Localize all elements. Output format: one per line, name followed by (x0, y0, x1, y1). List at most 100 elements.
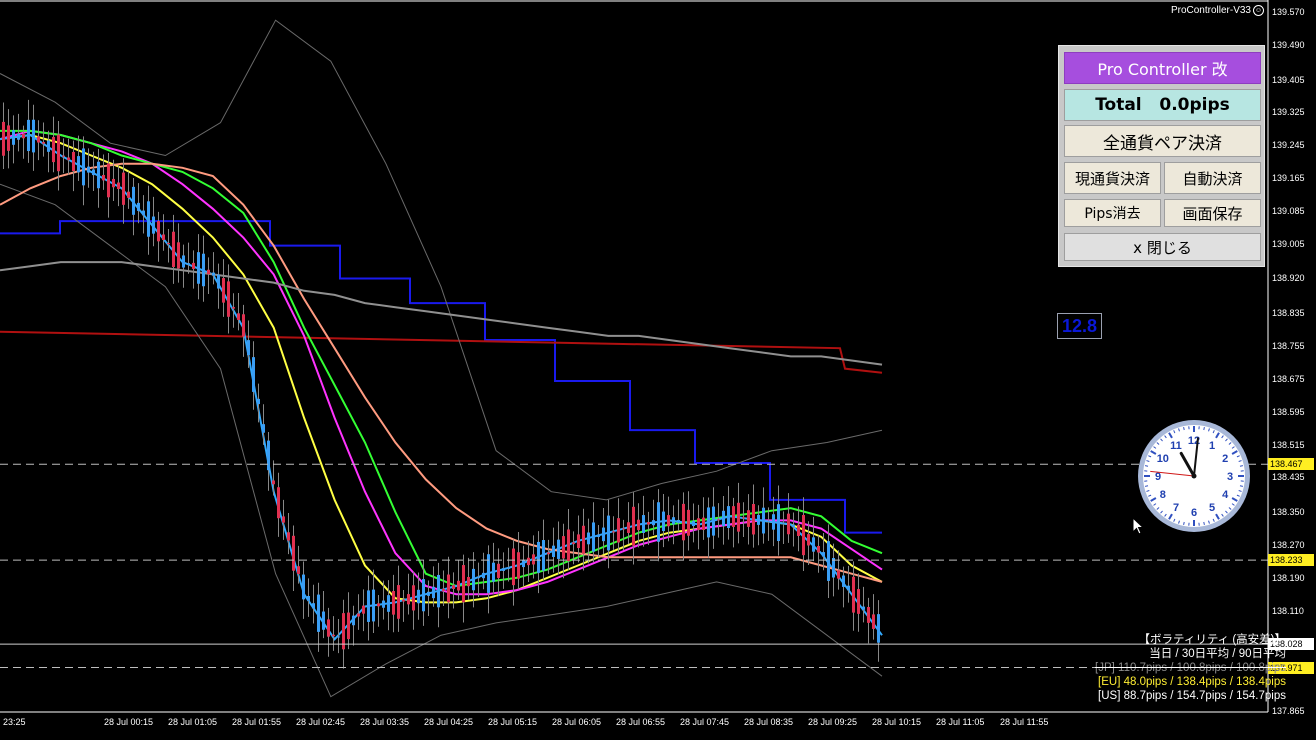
candle-body (62, 155, 65, 157)
candle-body (207, 269, 210, 275)
price-tick-label: 138.755 (1272, 341, 1305, 352)
candle-body (587, 532, 590, 545)
close-all-pairs-button[interactable]: 全通貨ペア決済 (1064, 125, 1261, 157)
clock-number: 7 (1173, 502, 1179, 514)
candle-body (377, 603, 380, 607)
candle-body (122, 172, 125, 205)
price-tick-label: 138.435 (1272, 472, 1305, 483)
candle-body (182, 255, 185, 268)
candle-body (447, 574, 450, 603)
arrow-cursor-icon (1133, 518, 1145, 535)
candle-body (312, 603, 315, 609)
candle-body (852, 576, 855, 613)
close-panel-button[interactable]: x 閉じる (1064, 233, 1261, 261)
clock-number: 10 (1157, 453, 1169, 465)
candle-body (402, 599, 405, 602)
save-screen-button[interactable]: 画面保存 (1164, 199, 1261, 227)
clock-tick (1144, 465, 1149, 467)
candle-body (427, 591, 430, 596)
candle-body (492, 562, 495, 582)
candle-body (622, 528, 625, 530)
candle-body (552, 545, 555, 557)
candle-body (692, 520, 695, 527)
price-tick-label: 139.490 (1272, 39, 1305, 50)
candle-body (147, 201, 150, 237)
candle-body (582, 525, 585, 554)
candle-body (817, 546, 820, 553)
candle-body (117, 182, 120, 190)
candle-body (662, 511, 665, 532)
volatility-panel: 【ボラティリティ (高安差)】 当日 / 30日平均 / 90日平均 [JP] … (1000, 633, 1286, 703)
clear-pips-button[interactable]: Pips消去 (1064, 199, 1161, 227)
candle-body (297, 566, 300, 574)
candle-body (637, 519, 640, 531)
clock-number: 1 (1209, 440, 1215, 452)
candle-body (747, 510, 750, 527)
candle-body (152, 216, 155, 234)
candle-body (627, 522, 630, 533)
candle-body (642, 515, 645, 533)
indicator-title: ProController-V33 ☺ (1171, 5, 1264, 16)
candle-body (317, 594, 320, 632)
candle-body (452, 585, 455, 589)
candle-body (422, 579, 425, 612)
candle-body (107, 163, 110, 198)
candle-body (22, 133, 25, 139)
candle-body (542, 540, 545, 571)
candle-body (307, 596, 310, 601)
close-current-pair-button[interactable]: 現通貨決済 (1064, 162, 1161, 194)
candle-body (472, 568, 475, 591)
candle-body (557, 539, 560, 559)
candle-body (432, 586, 435, 599)
candle-body (367, 590, 370, 622)
time-tick-label: 28 Jul 04:25 (424, 717, 474, 727)
time-tick-label: 28 Jul 06:05 (552, 717, 602, 727)
clock-tick (1144, 485, 1149, 487)
candle-body (227, 281, 230, 317)
candle-body (67, 157, 70, 161)
candle-body (467, 577, 470, 587)
clock-tick (1239, 485, 1244, 487)
candle-body (717, 519, 720, 521)
price-level-badge: 138.467 (1268, 458, 1314, 471)
candle-body (362, 605, 365, 614)
price-tick-label: 138.350 (1272, 507, 1305, 518)
candle-body (697, 518, 700, 530)
price-tick-label: 138.110 (1272, 605, 1304, 616)
candle-body (247, 340, 250, 356)
panel-title-button[interactable]: Pro Controller 改 (1064, 52, 1261, 84)
volatility-eu: [EU] 48.0pips / 138.4pips / 138.4pips (1098, 676, 1286, 688)
candle-body (687, 509, 690, 536)
price-tick-label: 138.270 (1272, 539, 1305, 550)
clock-number: 2 (1222, 453, 1228, 465)
candle-body (172, 231, 175, 267)
candle-body (142, 210, 145, 216)
time-tick-label: 28 Jul 06:55 (616, 717, 666, 727)
step-line-red (0, 330, 883, 374)
time-tick-label: 28 Jul 01:05 (168, 717, 218, 727)
price-tick-label: 139.165 (1272, 173, 1305, 184)
candle-body (612, 531, 615, 533)
candle-body (607, 515, 610, 551)
auto-close-button[interactable]: 自動決済 (1164, 162, 1261, 194)
clock-tick (1203, 521, 1205, 526)
candle-body (372, 589, 375, 622)
candle-body (457, 580, 460, 591)
candle-body (772, 514, 775, 530)
candle-body (867, 607, 870, 623)
candle-body (647, 522, 650, 525)
clock-number: 8 (1160, 489, 1166, 501)
volatility-us: [US] 88.7pips / 154.7pips / 154.7pips (1098, 690, 1286, 702)
price-tick-label: 138.835 (1272, 308, 1305, 319)
candle-body (177, 242, 180, 269)
candle-body (382, 600, 385, 608)
candle-body (282, 516, 285, 523)
price-tick-label: 138.595 (1272, 406, 1305, 417)
candle-body (37, 136, 40, 143)
candle-body (822, 552, 825, 557)
candle-body (597, 534, 600, 537)
time-tick-label: 28 Jul 01:55 (232, 717, 282, 727)
candle-body (327, 619, 330, 637)
clock-number: 11 (1170, 440, 1182, 452)
clock-tick (1183, 521, 1185, 526)
